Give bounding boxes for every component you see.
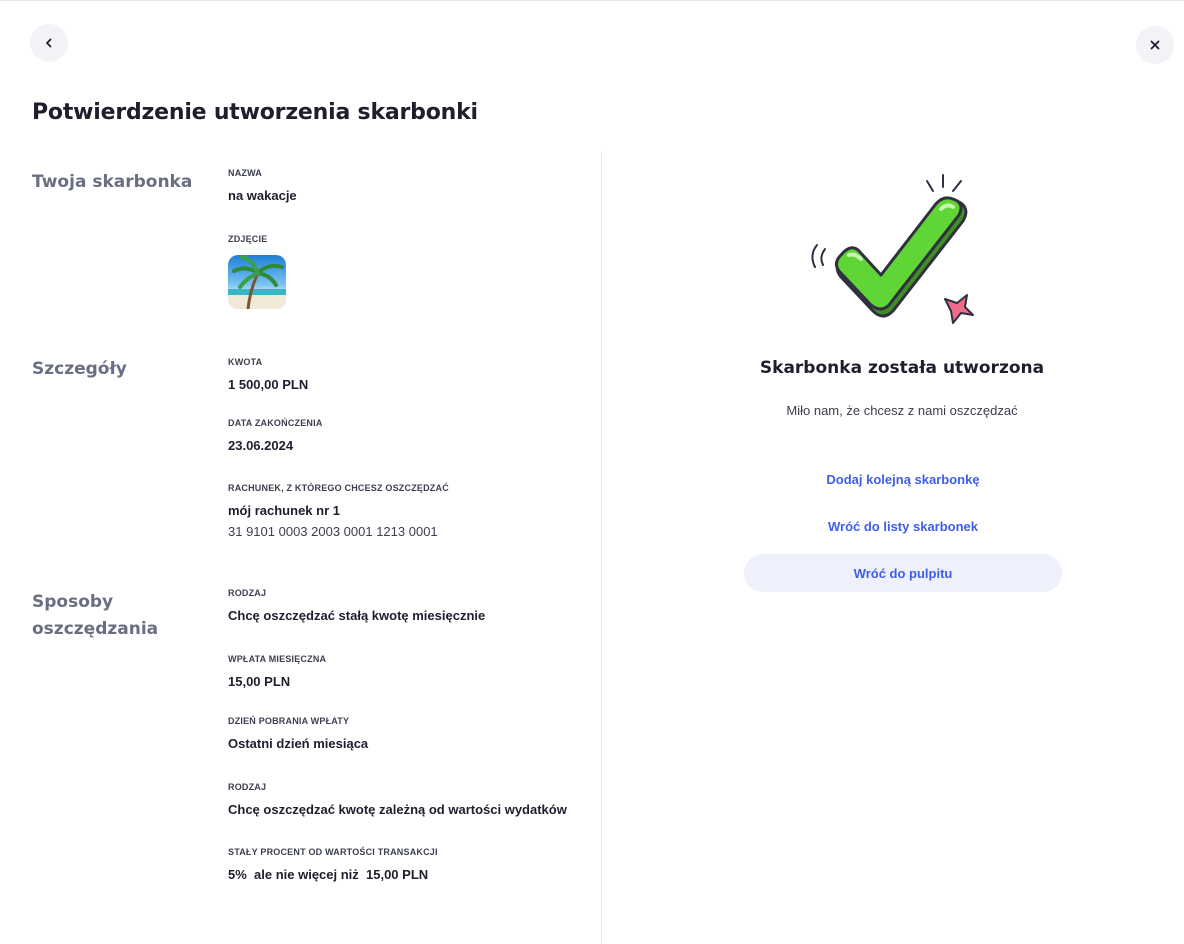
- field-label: RACHUNEK, Z KTÓREGO CHCESZ OSZCZĘDZAĆ: [228, 483, 449, 493]
- section-heading-line: oszczędzania: [32, 619, 159, 639]
- section-heading-piggy: Twoja skarbonka: [32, 172, 193, 192]
- field-value: Chcę oszczędzać kwotę zależną od wartośc…: [228, 802, 567, 817]
- section-heading-methods: Sposoby oszczędzania: [32, 589, 158, 643]
- column-divider: [601, 151, 602, 944]
- field-account: RACHUNEK, Z KTÓREGO CHCESZ OSZCZĘDZAĆ mó…: [228, 482, 449, 540]
- field-label: KWOTA: [228, 357, 263, 367]
- field-label: WPŁATA MIESIĘCZNA: [228, 654, 327, 664]
- section-heading-line: Sposoby: [32, 592, 114, 612]
- field-label: NAZWA: [228, 168, 262, 178]
- field-amount: KWOTA 1 500,00 PLN: [228, 356, 308, 393]
- field-monthly: WPŁATA MIESIĘCZNA 15,00 PLN: [228, 653, 326, 690]
- field-label: ZDJĘCIE: [228, 234, 268, 244]
- checkmark-illustration-icon: [811, 174, 974, 324]
- field-label: RODZAJ: [228, 588, 267, 598]
- field-value: 15,00 PLN: [228, 674, 291, 689]
- field-value: na wakacje: [228, 188, 297, 203]
- field-value: mój rachunek nr 1: [228, 503, 340, 518]
- field-value: 5% ale nie więcej niż 15,00 PLN: [228, 867, 429, 882]
- back-button[interactable]: [30, 24, 68, 62]
- field-name: NAZWA na wakacje: [228, 167, 297, 204]
- back-to-dashboard-button[interactable]: Wróć do pulpitu: [744, 554, 1062, 592]
- field-label: DZIEŃ POBRANIA WPŁATY: [228, 716, 350, 726]
- field-end-date: DATA ZAKOŃCZENIA 23.06.2024: [228, 417, 323, 454]
- field-label: DATA ZAKOŃCZENIA: [228, 418, 323, 428]
- chevron-left-icon: [46, 38, 52, 48]
- field-value: 1 500,00 PLN: [228, 377, 309, 392]
- confirmation-page: Potwierdzenie utworzenia skarbonki Twoja…: [0, 0, 1184, 944]
- field-type-1: RODZAJ Chcę oszczędzać stałą kwotę miesi…: [228, 587, 485, 624]
- field-value: Chcę oszczędzać stałą kwotę miesięcznie: [228, 608, 486, 623]
- field-photo: ZDJĘCIE: [228, 233, 286, 309]
- account-number: 31 9101 0003 2003 0001 1213 0001: [228, 524, 438, 539]
- close-icon: [1150, 40, 1160, 50]
- field-value: Ostatni dzień miesiąca: [228, 736, 369, 751]
- success-subtitle: Miło nam, że chcesz z nami oszczędzać: [786, 403, 1018, 418]
- page-title: Potwierdzenie utworzenia skarbonki: [32, 100, 478, 125]
- field-collection-day: DZIEŃ POBRANIA WPŁATY Ostatni dzień mies…: [228, 715, 368, 752]
- field-label: STAŁY PROCENT OD WARTOŚCI TRANSAKCJI: [228, 847, 438, 857]
- success-title: Skarbonka została utworzona: [759, 358, 1045, 378]
- field-percent: STAŁY PROCENT OD WARTOŚCI TRANSAKCJI 5% …: [228, 846, 438, 883]
- piggy-photo: [228, 255, 286, 309]
- close-button[interactable]: [1136, 26, 1174, 64]
- field-type-2: RODZAJ Chcę oszczędzać kwotę zależną od …: [228, 781, 567, 818]
- field-label: RODZAJ: [228, 782, 267, 792]
- add-another-button[interactable]: Dodaj kolejną skarbonkę: [744, 460, 1062, 498]
- section-heading-details: Szczegóły: [32, 359, 127, 379]
- field-value: 23.06.2024: [228, 438, 294, 453]
- back-to-list-button[interactable]: Wróć do listy skarbonek: [744, 507, 1062, 545]
